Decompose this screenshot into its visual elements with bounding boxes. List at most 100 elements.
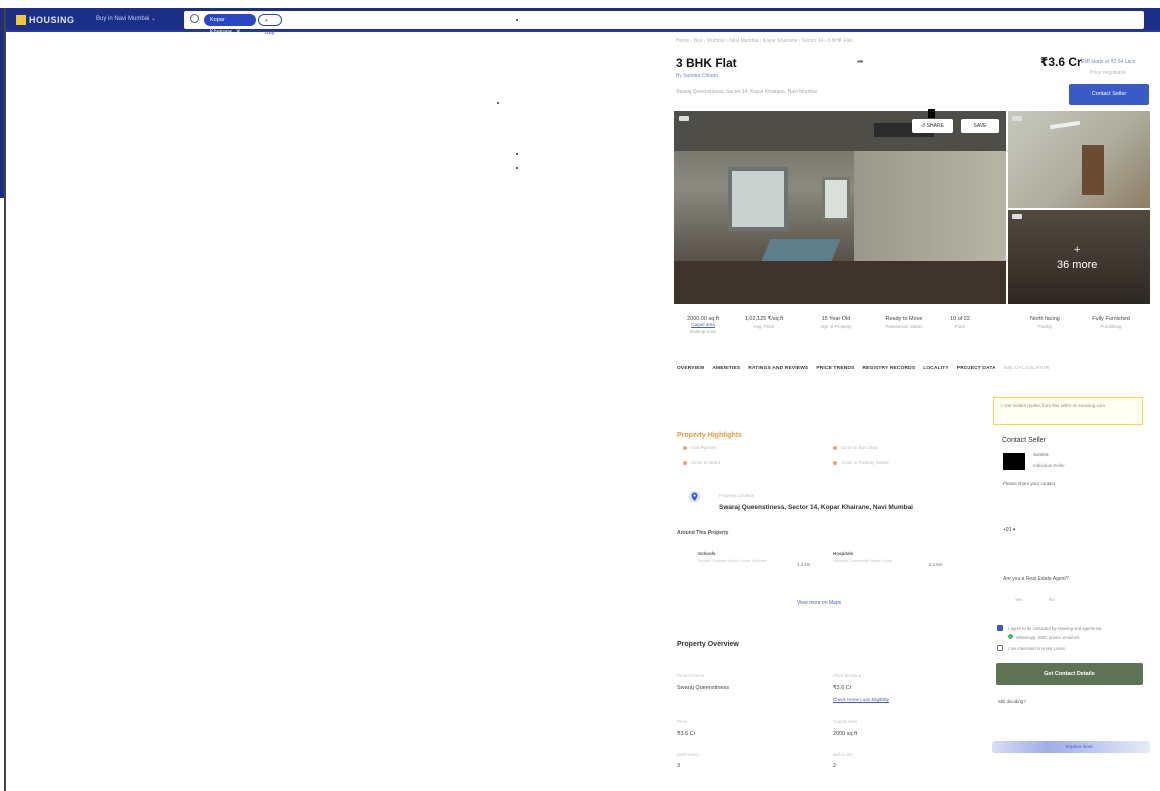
- stat-furnishing: Fully Furnished Furnishing: [1080, 316, 1142, 329]
- nearby-school[interactable]: Schools Nirmala Convent School, Kopar Kh…: [698, 551, 798, 563]
- country-code-select[interactable]: +91 ▾: [1003, 527, 1015, 533]
- stat-label: Floor: [954, 324, 966, 329]
- highlight-item: Close to Bus Stop: [833, 445, 877, 450]
- search-box[interactable]: Kopar Khairane ✕ + Buy: [184, 11, 1144, 36]
- tab-price-trends[interactable]: PRICE TRENDS: [816, 366, 854, 371]
- posted-by[interactable]: By Sumitra Chhetri: [676, 73, 718, 79]
- overview-field-label: Carpet Area: [833, 719, 858, 724]
- overview-title: Property Overview: [677, 641, 739, 648]
- tab-ratings[interactable]: RATINGS AND REVIEWS: [748, 366, 808, 371]
- housing-logo[interactable]: HOUSING: [16, 13, 75, 27]
- photo-table: [761, 239, 841, 261]
- home-loan-link[interactable]: Check Home Loan Eligibility: [833, 697, 889, 702]
- stat-label: Avg. Price: [753, 324, 775, 329]
- still-deciding-text: Still deciding?: [998, 699, 1026, 704]
- view-on-map-link[interactable]: View more on Maps: [797, 600, 841, 606]
- place-type: Hospitals: [833, 551, 854, 556]
- overview-field-value: ₹3.6 Cr: [677, 731, 696, 737]
- chip-close-icon[interactable]: ✕: [236, 29, 241, 35]
- artifact-dot: [497, 102, 499, 104]
- tab-registry[interactable]: REGISTRY RECORDS: [862, 366, 915, 371]
- tab-locality[interactable]: LOCALITY: [923, 366, 949, 371]
- highlight-item: Close to Railway Station: [833, 460, 890, 465]
- stat-label: Furnishing: [1100, 324, 1122, 329]
- agent-no-option[interactable]: No: [1049, 597, 1055, 602]
- nearby-hospital[interactable]: Hospitals Kamothe Community Health Centr…: [833, 551, 933, 563]
- place-name: Kamothe Community Health Centre: [833, 559, 893, 563]
- artifact-dot: [516, 19, 518, 21]
- price-sub-note: Price negotiable: [1090, 70, 1126, 76]
- place-name: Nirmala Convent School, Kopar Khairane: [698, 559, 767, 563]
- stat-label: Facing: [1038, 324, 1052, 329]
- tab-emi-calculator[interactable]: EMI CALCULATOR: [1004, 366, 1050, 371]
- tab-amenities[interactable]: AMENITIES: [712, 366, 740, 371]
- city-selector[interactable]: Buy in Navi Mumbai ⌄: [96, 15, 156, 22]
- seller-avatar: [1003, 453, 1025, 470]
- window-left-border: [4, 8, 6, 791]
- whatsapp-text: WhatsApp, SMS, phone, email etc: [1016, 635, 1080, 640]
- stat-label: Age of Property: [820, 324, 852, 329]
- more-photos-tile[interactable]: [1008, 210, 1150, 304]
- section-tabs: OVERVIEW AMENITIES RATINGS AND REVIEWS P…: [677, 366, 1049, 371]
- logo-text: HOUSING: [29, 15, 75, 25]
- stat-value: 10 of 22: [950, 316, 970, 322]
- consent-checkbox[interactable]: [997, 625, 1003, 631]
- stat-floor: 10 of 22 Floor: [929, 316, 991, 329]
- carpet-area-link[interactable]: Carpet area: [672, 322, 734, 327]
- overview-field-value: 2000 sq.ft: [833, 731, 858, 737]
- photo-door: [1082, 145, 1104, 195]
- stat-value: Fully Furnished: [1092, 316, 1130, 322]
- stat-facing: North facing Facing: [1014, 316, 1076, 329]
- overview-field-label: Price Breakup: [833, 673, 862, 678]
- agent-yes-option[interactable]: Yes: [1015, 597, 1022, 602]
- save-button[interactable]: SAVE: [961, 119, 999, 133]
- seller-type: Individual Seller: [1033, 463, 1065, 468]
- contact-seller-button[interactable]: Contact Seller: [1069, 84, 1149, 105]
- secondary-photo-top[interactable]: [1008, 111, 1150, 208]
- get-contact-details-button[interactable]: Get Contact Details: [996, 663, 1143, 685]
- top-navigation-bar: HOUSING Buy in Navi Mumbai ⌄ Kopar Khair…: [6, 8, 1160, 36]
- photo-wall: [854, 151, 1006, 261]
- highlight-label: Close to Metro: [691, 460, 721, 465]
- artifact-dot: [516, 153, 518, 155]
- search-location-chip[interactable]: Kopar Khairane ✕: [204, 14, 256, 35]
- note-text: Get instant replies from this seller on …: [1004, 403, 1105, 408]
- highlight-item: Close to Metro: [683, 460, 720, 465]
- contact-seller-title: Contact Seller: [1002, 437, 1046, 444]
- tab-overview[interactable]: OVERVIEW: [677, 366, 704, 371]
- place-distance: 2.1 km: [929, 562, 943, 567]
- photo-ceiling: [674, 111, 1006, 151]
- search-icon: [190, 14, 199, 23]
- stat-value: 1,02,125 ₹/sq.ft: [744, 316, 784, 322]
- stat-value: 15 Year Old: [821, 316, 851, 322]
- tab-project-data[interactable]: PROJECT DATA: [957, 366, 996, 371]
- stat-value: North facing: [1030, 316, 1060, 322]
- add-filter-chip[interactable]: + Buy: [258, 14, 282, 36]
- share-contact-prompt: Please share your contact: [1003, 481, 1056, 486]
- overview-field-label: Price: [677, 719, 688, 724]
- overview-field-label: Balconies: [833, 752, 853, 757]
- share-button-label: SHARE: [926, 123, 944, 129]
- breadcrumb[interactable]: Home › Buy › Mumbai › Navi Mumbai › Kopa…: [676, 38, 852, 44]
- highlight-dot-icon: [683, 460, 687, 465]
- overview-field-label: Project Name: [677, 673, 705, 678]
- artifact-dot: [516, 167, 518, 169]
- stat-age: 15 Year Old Age of Property: [805, 316, 867, 329]
- photo-badge: [1012, 214, 1022, 219]
- search-chip-label: Kopar Khairane: [210, 17, 233, 35]
- main-photo[interactable]: [674, 111, 1006, 304]
- overview-field-label: Bathrooms: [677, 752, 699, 757]
- photo-window: [728, 167, 788, 231]
- highlight-label: Gas Pipeline: [691, 445, 717, 450]
- share-icon[interactable]: ➦: [857, 57, 864, 66]
- share-button[interactable]: ↺ SHARE: [912, 119, 953, 133]
- bottom-banner-link[interactable]: Explore more: [1066, 744, 1093, 749]
- stat-value: Ready to Move: [885, 316, 923, 322]
- redaction-block: [928, 109, 935, 118]
- highlights-title: Property Highlights: [677, 432, 742, 439]
- home-loan-checkbox[interactable]: [997, 645, 1003, 651]
- more-photos-label[interactable]: 36 more: [1057, 259, 1097, 271]
- photo-floor: [674, 261, 1006, 304]
- photo-ceiling-fan: [1049, 120, 1081, 130]
- emi-link[interactable]: EMI starts at ₹2.54 Lacs: [1081, 59, 1135, 65]
